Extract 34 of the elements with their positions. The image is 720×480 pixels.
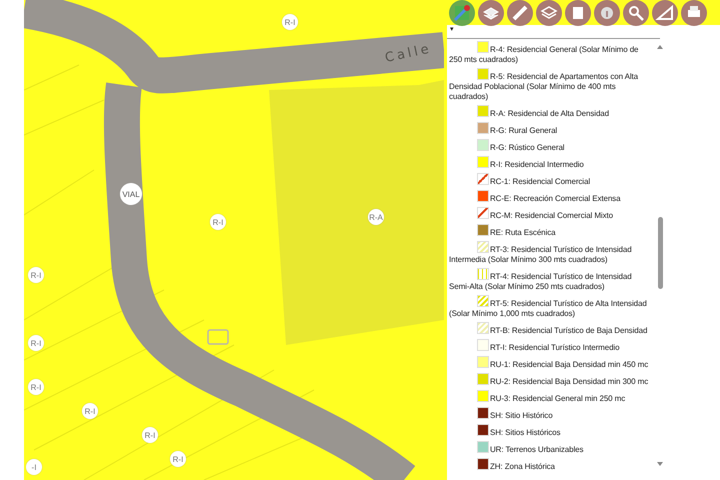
document-icon[interactable] xyxy=(565,0,591,26)
pencil-icon[interactable] xyxy=(507,0,533,26)
legend-label: UR: Terrenos Urbanizables xyxy=(449,441,653,455)
legend-label: SH: Sitio Histórico xyxy=(449,407,653,421)
legend-label: R-I: Residencial Intermedio xyxy=(449,156,653,170)
legend-label: R-G: Rústico General xyxy=(449,139,653,153)
legend-label: R-5: Residencial de Apartamentos con Alta Densidad Poblacional (Solar Mínimo de 400 mts cuadrados) xyxy=(449,68,653,102)
legend-label: RE: Ruta Escénica xyxy=(449,224,653,238)
legend-label: R-G: Rural General xyxy=(449,122,653,136)
legend-label: R-A: Residencial de Alta Densidad xyxy=(449,105,653,119)
info-icon[interactable] xyxy=(594,0,620,26)
legend-label: RU-2: Residencial Baja Densidad min 300 mc xyxy=(449,373,653,387)
legend-label: RT-I: Residencial Turístico Intermedio xyxy=(449,339,653,353)
legend-label: SH: Sitios Históricos xyxy=(449,424,653,438)
layers-icon[interactable] xyxy=(478,0,504,26)
legend-label: RT-5: Residencial Turístico de Alta Intensidad (Solar Mínimo 1,000 mts cuadrados) xyxy=(449,295,653,319)
layers-outline-icon[interactable] xyxy=(536,0,562,26)
legend-label: R-4: Residencial General (Solar Mínimo de 250 mts cuadrados) xyxy=(449,41,653,65)
legend-label: RT-B: Residencial Turístico de Baja Densidad xyxy=(449,322,653,336)
legend-label: RU-1: Residencial Baja Densidad min 450 mc xyxy=(449,356,653,370)
search-icon[interactable] xyxy=(623,0,649,26)
legend-label: RU-3: Residencial General min 250 mc xyxy=(449,390,653,404)
legend-label: RT-4: Residencial Turístico de Intensidad Semi-Alta (Solar Mínimo 250 mts cuadrados) xyxy=(449,268,653,292)
legend-label: RT-3: Residencial Turístico de Intensidad Intermedia (Solar Mínimo 300 mts cuadrados) xyxy=(449,241,653,265)
legend-label: RC-E: Recreación Comercial Extensa xyxy=(449,190,653,204)
route-shield-icon xyxy=(207,329,229,345)
legend-label: ZH: Zona Histórica xyxy=(449,458,653,472)
legend-label: RC-1: Residencial Comercial xyxy=(449,173,653,187)
triangle-ruler-icon[interactable] xyxy=(652,0,678,26)
printer-icon[interactable] xyxy=(681,0,707,26)
legend-label: RC-M: Residencial Comercial Mixto xyxy=(449,207,653,221)
map-view[interactable]: Calle R-I VIAL R-I R-A R-I R-I R-I R-I R-I R-I -I xyxy=(24,0,444,480)
map-icon[interactable] xyxy=(449,0,475,26)
street-label: Calle xyxy=(384,41,434,66)
